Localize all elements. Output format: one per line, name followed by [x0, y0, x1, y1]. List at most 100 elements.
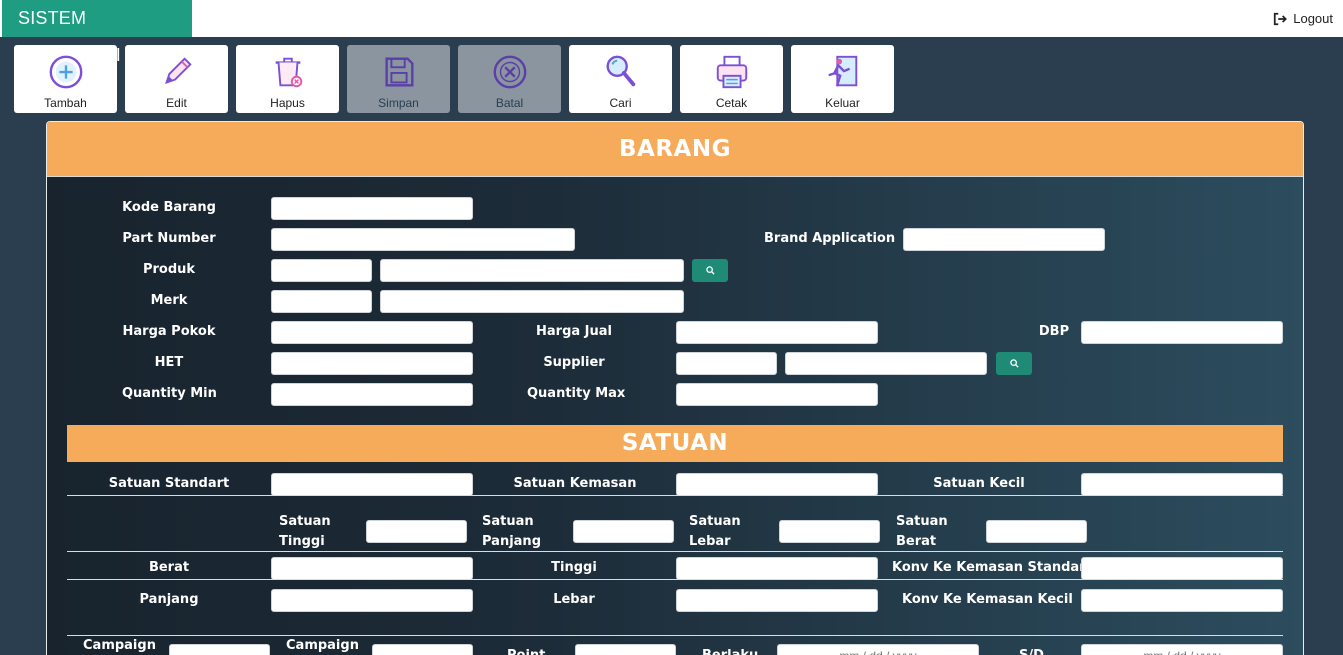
satuan-kemasan-label: Satuan Kemasan — [513, 476, 637, 491]
satuan-tinggi-line2: Tinggi — [279, 534, 325, 549]
hapus-button[interactable]: Hapus — [236, 45, 339, 113]
point-input[interactable] — [575, 644, 676, 655]
het-input[interactable] — [271, 352, 473, 375]
sd-label: S/D — [1019, 646, 1044, 655]
quantity-min-label: Quantity Min — [122, 386, 217, 401]
part-number-input[interactable] — [271, 228, 575, 251]
supplier-label: Supplier — [543, 355, 605, 370]
point-label: Point — [507, 646, 545, 655]
satuan-lebar-label: Satuan Lebar — [689, 512, 741, 552]
edit-label: Edit — [166, 96, 187, 110]
satuan-panjang-input[interactable] — [573, 520, 674, 543]
search-icon — [1009, 359, 1019, 368]
sd-date-input[interactable] — [1081, 644, 1283, 655]
cetak-label: Cetak — [715, 96, 748, 110]
konv-standart-label: Konv Ke Kemasan Standart — [892, 560, 1092, 575]
merk-code-input[interactable] — [271, 290, 372, 313]
panjang-label: Panjang — [139, 592, 199, 607]
lebar-input[interactable] — [676, 589, 878, 612]
divider — [67, 495, 1283, 496]
satuan-berat-line2: Berat — [896, 534, 937, 549]
tambah-button[interactable]: Tambah — [14, 45, 117, 113]
barang-header: BARANG — [47, 122, 1303, 177]
part-number-label: Part Number — [122, 231, 216, 246]
berlaku-label: Berlaku — [702, 646, 758, 655]
batal-button[interactable]: Batal — [458, 45, 561, 113]
supplier-code-input[interactable] — [676, 352, 777, 375]
cancel-circle-icon — [493, 55, 526, 89]
produk-code-input[interactable] — [271, 259, 372, 282]
search-icon — [705, 266, 715, 275]
campaign-1-input[interactable] — [169, 644, 270, 655]
harga-pokok-input[interactable] — [271, 321, 473, 344]
satuan-kecil-input[interactable] — [1081, 473, 1283, 496]
berlaku-date-input[interactable] — [777, 644, 979, 655]
lebar-label: Lebar — [553, 592, 595, 607]
tinggi-label: Tinggi — [551, 560, 597, 575]
produk-search-button[interactable] — [692, 259, 728, 282]
simpan-label: Simpan — [378, 96, 419, 110]
merk-name-input[interactable] — [380, 290, 684, 313]
satuan-tinggi-input[interactable] — [366, 520, 467, 543]
quantity-min-input[interactable] — [271, 383, 473, 406]
logout-label: Logout — [1293, 11, 1333, 26]
konv-standart-input[interactable] — [1081, 557, 1283, 580]
keluar-button[interactable]: Keluar — [791, 45, 894, 113]
printer-icon — [716, 55, 747, 89]
floppy-disk-icon — [384, 57, 413, 87]
divider — [67, 579, 1283, 580]
harga-jual-label: Harga Jual — [536, 324, 612, 339]
brand-application-input[interactable] — [903, 228, 1105, 251]
merk-label: Merk — [150, 293, 188, 308]
satuan-berat-input[interactable] — [986, 520, 1087, 543]
sign-out-icon — [1274, 12, 1288, 25]
kode-barang-label: Kode Barang — [122, 200, 216, 215]
berat-input[interactable] — [271, 557, 473, 580]
satuan-header: SATUAN — [67, 425, 1283, 462]
satuan-berat-label: Satuan Berat — [896, 512, 948, 552]
satuan-kemasan-input[interactable] — [676, 473, 878, 496]
magnifier-icon — [606, 55, 635, 87]
edit-button[interactable]: Edit — [125, 45, 228, 113]
top-navbar: SISTEM DISTRIBUSI Logout — [0, 0, 1343, 65]
satuan-tinggi-line1: Satuan — [279, 514, 331, 529]
harga-jual-input[interactable] — [676, 321, 878, 344]
supplier-name-input[interactable] — [785, 352, 987, 375]
satuan-standart-label: Satuan Standart — [108, 476, 230, 491]
dbp-input[interactable] — [1081, 321, 1283, 344]
tinggi-input[interactable] — [676, 557, 878, 580]
produk-name-input[interactable] — [380, 259, 684, 282]
simpan-button[interactable]: Simpan — [347, 45, 450, 113]
campaign-2-input[interactable] — [372, 644, 473, 655]
satuan-panjang-line2: Panjang — [482, 534, 541, 549]
satuan-lebar-input[interactable] — [779, 520, 880, 543]
logout-link[interactable]: Logout — [1273, 0, 1333, 37]
pencil-icon — [164, 57, 192, 84]
satuan-standart-input[interactable] — [271, 473, 473, 496]
brand-application-label: Brand Application — [764, 231, 896, 246]
kode-barang-input[interactable] — [271, 197, 473, 220]
keluar-label: Keluar — [825, 96, 860, 110]
berat-label: Berat — [148, 560, 190, 575]
harga-pokok-label: Harga Pokok — [122, 324, 216, 339]
supplier-search-button[interactable] — [996, 352, 1032, 375]
satuan-lebar-line2: Lebar — [689, 534, 731, 549]
app-title[interactable]: SISTEM DISTRIBUSI — [2, 0, 192, 65]
cari-button[interactable]: Cari — [569, 45, 672, 113]
hapus-label: Hapus — [270, 96, 305, 110]
trash-icon — [275, 57, 302, 88]
satuan-panjang-label: Satuan Panjang — [482, 512, 541, 552]
tambah-label: Tambah — [44, 96, 87, 110]
divider — [67, 635, 1283, 636]
satuan-berat-line1: Satuan — [896, 514, 948, 529]
barang-form-panel: BARANG Kode Barang Part Number Brand App… — [46, 121, 1304, 655]
cetak-button[interactable]: Cetak — [680, 45, 783, 113]
cari-label: Cari — [609, 96, 632, 110]
panjang-input[interactable] — [271, 589, 473, 612]
het-label: HET — [154, 355, 184, 370]
konv-kecil-input[interactable] — [1081, 589, 1283, 612]
campaign-2-label: Campaign — [286, 638, 359, 653]
quantity-max-input[interactable] — [676, 383, 878, 406]
batal-label: Batal — [495, 96, 524, 110]
plus-circle-icon — [49, 55, 82, 89]
